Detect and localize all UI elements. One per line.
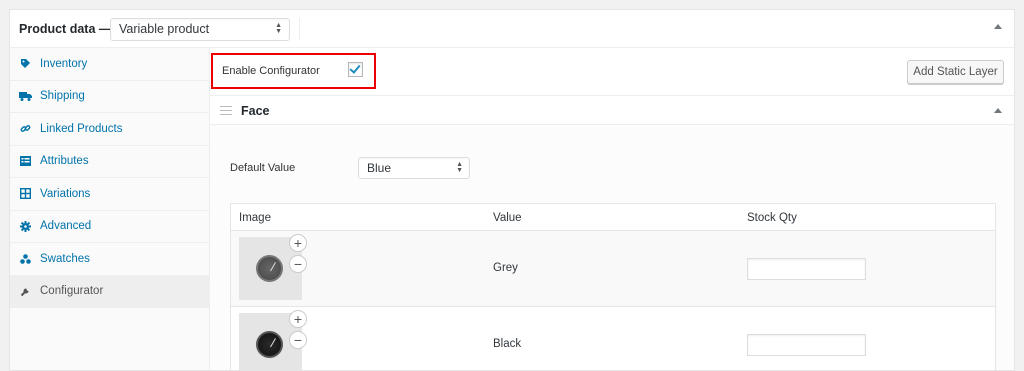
row-value: Black	[493, 338, 522, 350]
column-header-image: Image	[239, 212, 271, 224]
sidebar-item-configurator[interactable]: Configurator	[10, 275, 209, 308]
sidebar-item-linked-products[interactable]: Linked Products	[10, 113, 209, 146]
enable-configurator-row: Enable Configurator Add Static Layer	[210, 48, 1014, 96]
sidebar-item-swatches[interactable]: Swatches	[10, 243, 209, 276]
sidebar-item-label: Advanced	[40, 220, 92, 233]
sidebar-item-label: Shipping	[40, 90, 85, 103]
sidebar-item-label: Configurator	[40, 285, 104, 298]
watch-face-black-image	[256, 331, 283, 358]
select-arrows-icon: ▲ ▼	[275, 22, 282, 35]
stock-qty-input[interactable]	[747, 258, 866, 280]
default-value-label: Default Value	[230, 162, 296, 174]
remove-image-button[interactable]: −	[289, 255, 307, 273]
sidebar-item-variations[interactable]: Variations	[10, 178, 209, 211]
select-arrows-icon: ▲ ▼	[456, 161, 463, 174]
sidebar-item-label: Variations	[40, 187, 91, 200]
stock-qty-input[interactable]	[747, 334, 866, 356]
tag-icon	[18, 58, 32, 70]
sidebar-item-label: Attributes	[40, 155, 89, 168]
drag-handle-icon[interactable]	[220, 106, 232, 115]
sidebar-item-label: Linked Products	[40, 122, 123, 135]
grid-icon	[18, 188, 32, 200]
sidebar-item-label: Swatches	[40, 252, 90, 265]
column-header-stock-qty: Stock Qty	[747, 212, 797, 224]
add-image-button[interactable]: +	[289, 310, 307, 328]
remove-image-button[interactable]: −	[289, 331, 307, 349]
layer-values-table: Image Value Stock Qty + − Grey + − Black	[230, 203, 996, 370]
table-row: + − Black	[231, 307, 995, 370]
default-value-select[interactable]: Blue ▲ ▼	[358, 157, 470, 179]
panel-title: Product data —	[19, 22, 112, 36]
enable-configurator-checkbox[interactable]	[348, 62, 363, 77]
collapse-arrow-icon[interactable]	[994, 24, 1002, 29]
product-data-tabs: Inventory Shipping Linked Products Attri…	[10, 48, 210, 370]
header-divider	[299, 18, 300, 40]
wrench-icon	[18, 285, 32, 297]
truck-icon	[18, 90, 32, 102]
list-icon	[18, 155, 32, 167]
watch-face-grey-image	[256, 255, 283, 282]
layer-collapse-icon[interactable]	[994, 108, 1002, 113]
table-header: Image Value Stock Qty	[231, 204, 995, 231]
checkmark-icon	[349, 62, 361, 74]
layer-title: Face	[241, 104, 270, 118]
sidebar-item-shipping[interactable]: Shipping	[10, 81, 209, 113]
gear-icon	[18, 220, 32, 232]
product-data-panel: Product data — Variable product ▲ ▼ Inven…	[9, 9, 1015, 371]
sidebar-item-label: Inventory	[40, 57, 88, 70]
panel-header: Product data — Variable product ▲ ▼	[10, 10, 1014, 48]
layer-body: Default Value Blue ▲ ▼ Image Value Stock …	[210, 125, 1014, 370]
dots-icon	[18, 253, 32, 265]
add-static-layer-button[interactable]: Add Static Layer	[907, 60, 1004, 84]
product-type-select[interactable]: Variable product ▲ ▼	[110, 18, 290, 41]
column-header-value: Value	[493, 212, 522, 224]
configurator-panel: Enable Configurator Add Static Layer Fac…	[210, 48, 1014, 370]
sidebar-item-advanced[interactable]: Advanced	[10, 211, 209, 243]
layer-header[interactable]: Face	[210, 96, 1014, 125]
default-value-selected: Blue	[367, 161, 392, 175]
row-value: Grey	[493, 262, 518, 274]
sidebar-item-inventory[interactable]: Inventory	[10, 48, 209, 81]
product-type-value: Variable product	[119, 22, 210, 36]
table-row: + − Grey	[231, 231, 995, 307]
add-image-button[interactable]: +	[289, 234, 307, 252]
link-icon	[18, 123, 32, 135]
sidebar-item-attributes[interactable]: Attributes	[10, 146, 209, 178]
enable-configurator-label: Enable Configurator	[222, 65, 320, 77]
